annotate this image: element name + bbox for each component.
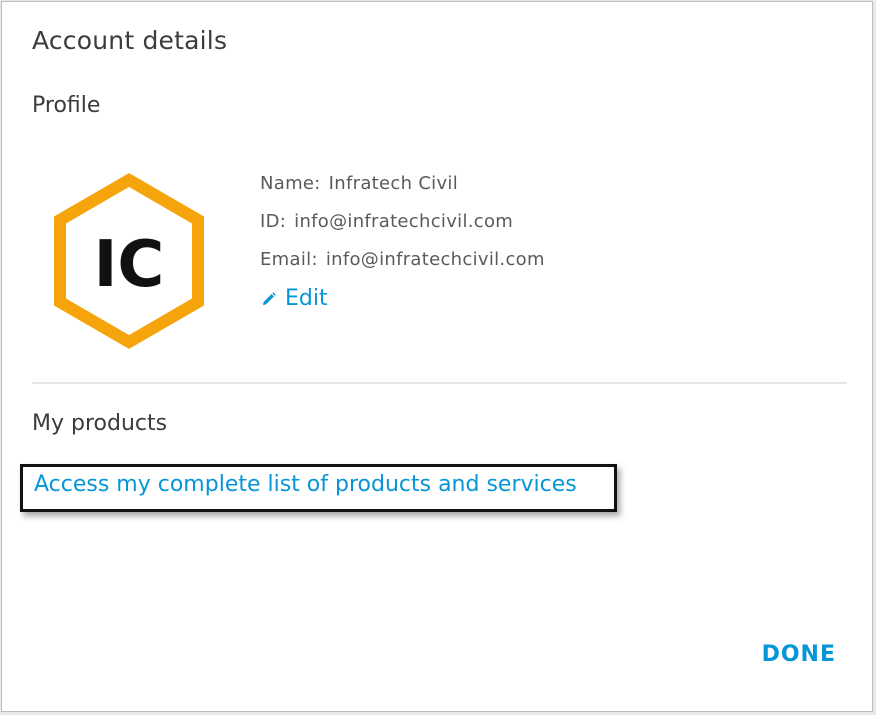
id-label: ID:	[260, 211, 287, 232]
id-row: ID: info@infratechcivil.com	[260, 208, 545, 246]
edit-profile-link[interactable]: Edit	[262, 286, 328, 311]
dialog-title: Account details	[32, 26, 228, 55]
account-details-dialog: Account details Profile IC Name: Infratec…	[1, 1, 873, 712]
section-divider	[32, 382, 847, 384]
done-button[interactable]: DONE	[762, 642, 836, 667]
profile-info: Name: Infratech Civil ID: info@infratechci…	[260, 170, 545, 284]
id-value: info@infratechcivil.com	[294, 211, 514, 232]
profile-section-title: Profile	[32, 93, 101, 118]
edit-label: Edit	[285, 286, 328, 311]
avatar-logo: IC	[54, 173, 204, 349]
email-row: Email: info@infratechcivil.com	[260, 246, 545, 284]
name-row: Name: Infratech Civil	[260, 170, 545, 208]
email-value: info@infratechcivil.com	[325, 249, 545, 270]
pencil-icon	[263, 291, 276, 305]
avatar-initials: IC	[94, 228, 165, 302]
products-section-title: My products	[32, 411, 168, 436]
name-label: Name:	[260, 173, 321, 194]
email-label: Email:	[260, 249, 318, 270]
products-list-link[interactable]: Access my complete list of products and …	[34, 472, 577, 497]
avatar: IC	[50, 172, 208, 352]
name-value: Infratech Civil	[328, 173, 459, 194]
